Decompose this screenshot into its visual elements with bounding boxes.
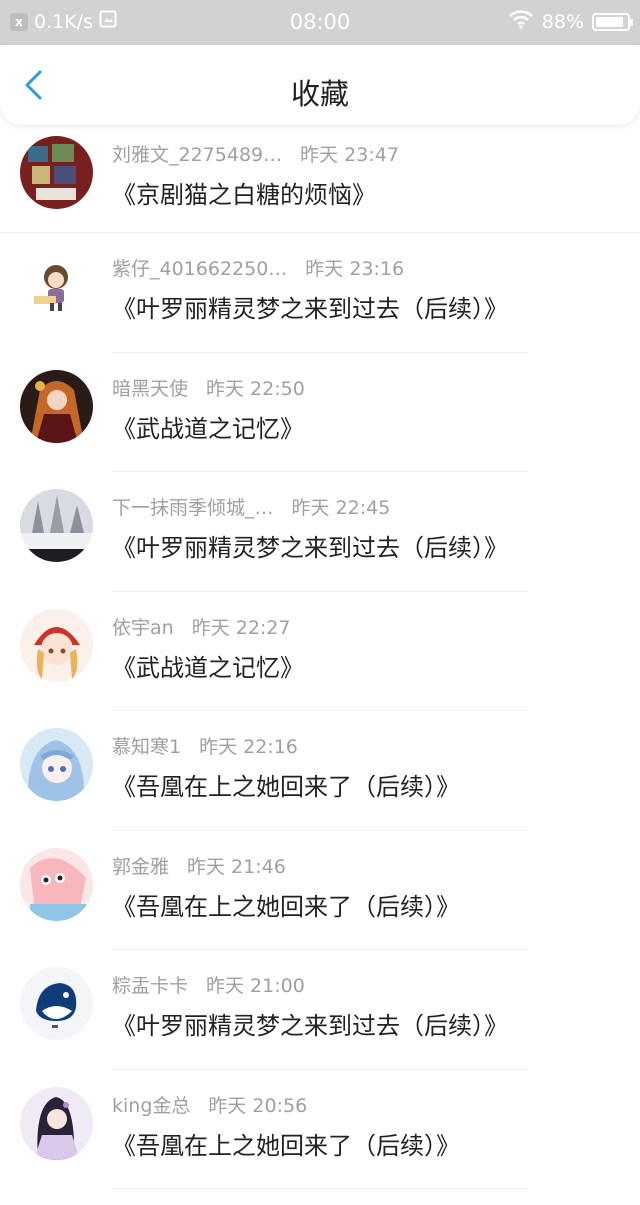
list-item[interactable]: 下一抹雨季倾城_… 昨天 22:45 《叶罗丽精灵梦之来到过去（后续）》 [0,472,640,592]
status-right: 88% [508,9,633,34]
list-item[interactable]: 刘雅文_2275489… 昨天 23:47 《京剧猫之白糖的烦恼》 [0,125,640,233]
avatar[interactable] [20,847,93,921]
avatar[interactable] [20,369,93,443]
avatar[interactable] [20,728,93,801]
favorites-list: 刘雅文_2275489… 昨天 23:47 《京剧猫之白糖的烦恼》 紫仔_401… [0,125,640,1189]
item-meta: 依宇an 昨天 22:27 [112,613,304,640]
list-item[interactable]: 暗黑天使 昨天 22:50 《武战道之记忆》 [0,353,640,472]
timestamp: 昨天 22:27 [191,616,291,639]
item-meta: 紫仔_401662250… 昨天 23:16 [112,254,508,281]
item-meta: 粽盂卡卡 昨天 21:00 [112,971,508,998]
story-title[interactable]: 《叶罗丽精灵梦之来到过去（后续）》 [112,528,508,563]
username[interactable]: 刘雅文_2275489… [112,140,282,167]
timestamp: 昨天 22:50 [206,377,305,400]
item-meta: king金总 昨天 20:56 [112,1091,460,1118]
battery-percent: 88% [541,10,584,33]
list-item[interactable]: 紫仔_401662250… 昨天 23:16 《叶罗丽精灵梦之来到过去（后续）》 [0,233,640,353]
list-item[interactable]: 依宇an 昨天 22:27 《武战道之记忆》 [0,592,640,711]
status-bar: x 0.1K/s 08:00 88% [0,0,640,45]
list-item[interactable]: 粽盂卡卡 昨天 21:00 《叶罗丽精灵梦之来到过去（后续）》 [0,950,640,1070]
item-text: 下一抹雨季倾城_… 昨天 22:45 《叶罗丽精灵梦之来到过去（后续）》 [112,489,508,563]
item-text: king金总 昨天 20:56 《吾凰在上之她回来了（后续）》 [112,1087,460,1161]
list-item[interactable]: king金总 昨天 20:56 《吾凰在上之她回来了（后续）》 [0,1070,640,1189]
story-title[interactable]: 《武战道之记忆》 [112,409,305,444]
item-meta: 暗黑天使 昨天 22:50 [112,374,305,401]
timestamp: 昨天 21:00 [206,975,305,997]
username[interactable]: 依宇an [112,613,174,640]
username[interactable]: 慕知寒1 [112,732,181,759]
story-title[interactable]: 《吾凰在上之她回来了（后续）》 [112,1126,460,1161]
item-meta: 下一抹雨季倾城_… 昨天 22:45 [112,493,508,520]
item-text: 郭金雅 昨天 21:46 《吾凰在上之她回来了（后续）》 [112,848,460,922]
story-title[interactable]: 《京剧猫之白糖的烦恼》 [112,175,399,210]
avatar[interactable] [20,489,93,562]
item-meta: 慕知寒1 昨天 22:16 [112,732,460,759]
username[interactable]: 紫仔_401662250… [112,254,287,281]
username[interactable]: king金总 [112,1091,190,1118]
story-title[interactable]: 《叶罗丽精灵梦之来到过去（后续）》 [112,1006,508,1041]
avatar[interactable] [20,136,93,209]
item-text: 依宇an 昨天 22:27 《武战道之记忆》 [112,609,304,683]
username[interactable]: 粽盂卡卡 [112,971,188,998]
list-item[interactable]: 慕知寒1 昨天 22:16 《吾凰在上之她回来了（后续）》 [0,711,640,831]
username[interactable]: 暗黑天使 [112,374,188,401]
item-text: 紫仔_401662250… 昨天 23:16 《叶罗丽精灵梦之来到过去（后续）》 [112,250,508,324]
story-title[interactable]: 《武战道之记忆》 [112,648,304,683]
username[interactable]: 郭金雅 [112,852,169,879]
item-meta: 刘雅文_2275489… 昨天 23:47 [112,140,399,167]
divider [112,1188,528,1189]
item-text: 慕知寒1 昨天 22:16 《吾凰在上之她回来了（后续）》 [112,728,460,802]
timestamp: 昨天 23:16 [305,258,405,280]
avatar[interactable] [20,967,93,1040]
wifi-icon [508,9,534,34]
story-title[interactable]: 《吾凰在上之她回来了（后续）》 [112,887,460,922]
battery-fill [596,16,623,27]
story-title[interactable]: 《吾凰在上之她回来了（后续）》 [112,767,460,802]
avatar[interactable] [20,250,93,323]
timestamp: 昨天 21:46 [187,855,286,878]
battery-icon [592,12,633,31]
timestamp: 昨天 22:45 [291,497,391,519]
avatar[interactable] [20,608,93,682]
item-text: 粽盂卡卡 昨天 21:00 《叶罗丽精灵梦之来到过去（后续）》 [112,967,508,1041]
timestamp: 昨天 20:56 [208,1094,308,1117]
story-title[interactable]: 《叶罗丽精灵梦之来到过去（后续）》 [112,289,508,324]
item-text: 暗黑天使 昨天 22:50 《武战道之记忆》 [112,370,305,444]
nav-bar: 收藏 [0,45,640,125]
item-text: 刘雅文_2275489… 昨天 23:47 《京剧猫之白糖的烦恼》 [112,136,399,210]
timestamp: 昨天 22:16 [199,736,298,758]
username[interactable]: 下一抹雨季倾城_… [112,493,274,520]
avatar[interactable] [20,1086,93,1160]
list-item[interactable]: 郭金雅 昨天 21:46 《吾凰在上之她回来了（后续）》 [0,831,640,950]
timestamp: 昨天 23:47 [300,144,399,166]
item-meta: 郭金雅 昨天 21:46 [112,852,460,879]
page-title: 收藏 [290,77,349,111]
